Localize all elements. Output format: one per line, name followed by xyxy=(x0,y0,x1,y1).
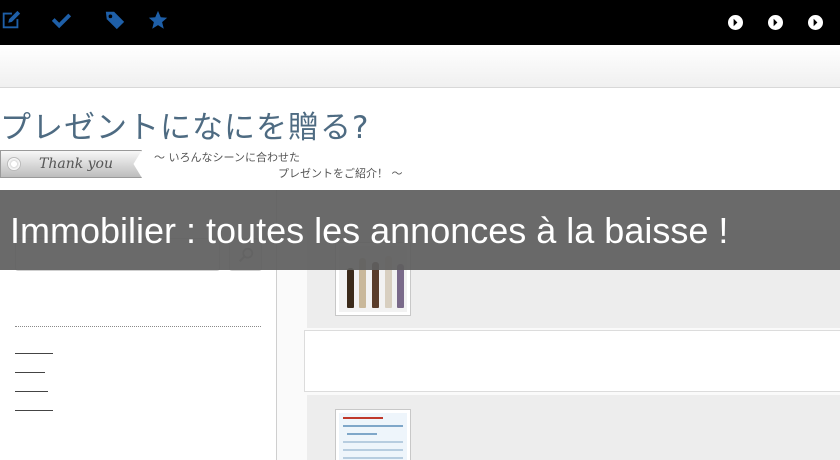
sidebar-link[interactable] xyxy=(15,399,53,411)
arrow-right-icon[interactable] xyxy=(808,15,823,30)
arrow-right-icon[interactable] xyxy=(728,15,743,30)
hero-title: プレゼントになにを贈る? xyxy=(0,110,370,146)
header-band xyxy=(0,45,840,88)
sidebar-link[interactable] xyxy=(15,380,48,392)
tag-icon[interactable] xyxy=(104,9,128,33)
top-toolbar xyxy=(0,0,840,45)
thank-you-ribbon: Thank you xyxy=(0,150,142,178)
headline-title[interactable]: Immobilier : toutes les annonces à la ba… xyxy=(10,210,728,252)
edit-icon[interactable] xyxy=(0,9,24,33)
arrow-right-icon[interactable] xyxy=(768,15,783,30)
hero-subtitle-line2: プレゼントをご紹介！ ～ xyxy=(278,167,403,180)
hero-banner: プレゼントになにを贈る? Thank you ～ いろんなシーンに合わせた プレ… xyxy=(0,88,840,190)
sidebar-divider xyxy=(15,326,261,327)
ribbon-text: Thank you xyxy=(39,156,114,172)
list-item[interactable] xyxy=(307,395,840,460)
sidebar-link[interactable] xyxy=(15,361,45,373)
check-icon[interactable] xyxy=(50,9,74,33)
star-icon[interactable] xyxy=(147,9,171,33)
sidebar-link[interactable] xyxy=(15,342,53,354)
hero-subtitle-line1: ～ いろんなシーンに合わせた xyxy=(154,151,300,164)
headline-overlay: Immobilier : toutes les annonces à la ba… xyxy=(0,190,840,270)
list-separator xyxy=(304,330,840,392)
product-thumbnail[interactable] xyxy=(335,409,411,460)
flower-icon xyxy=(7,157,21,171)
